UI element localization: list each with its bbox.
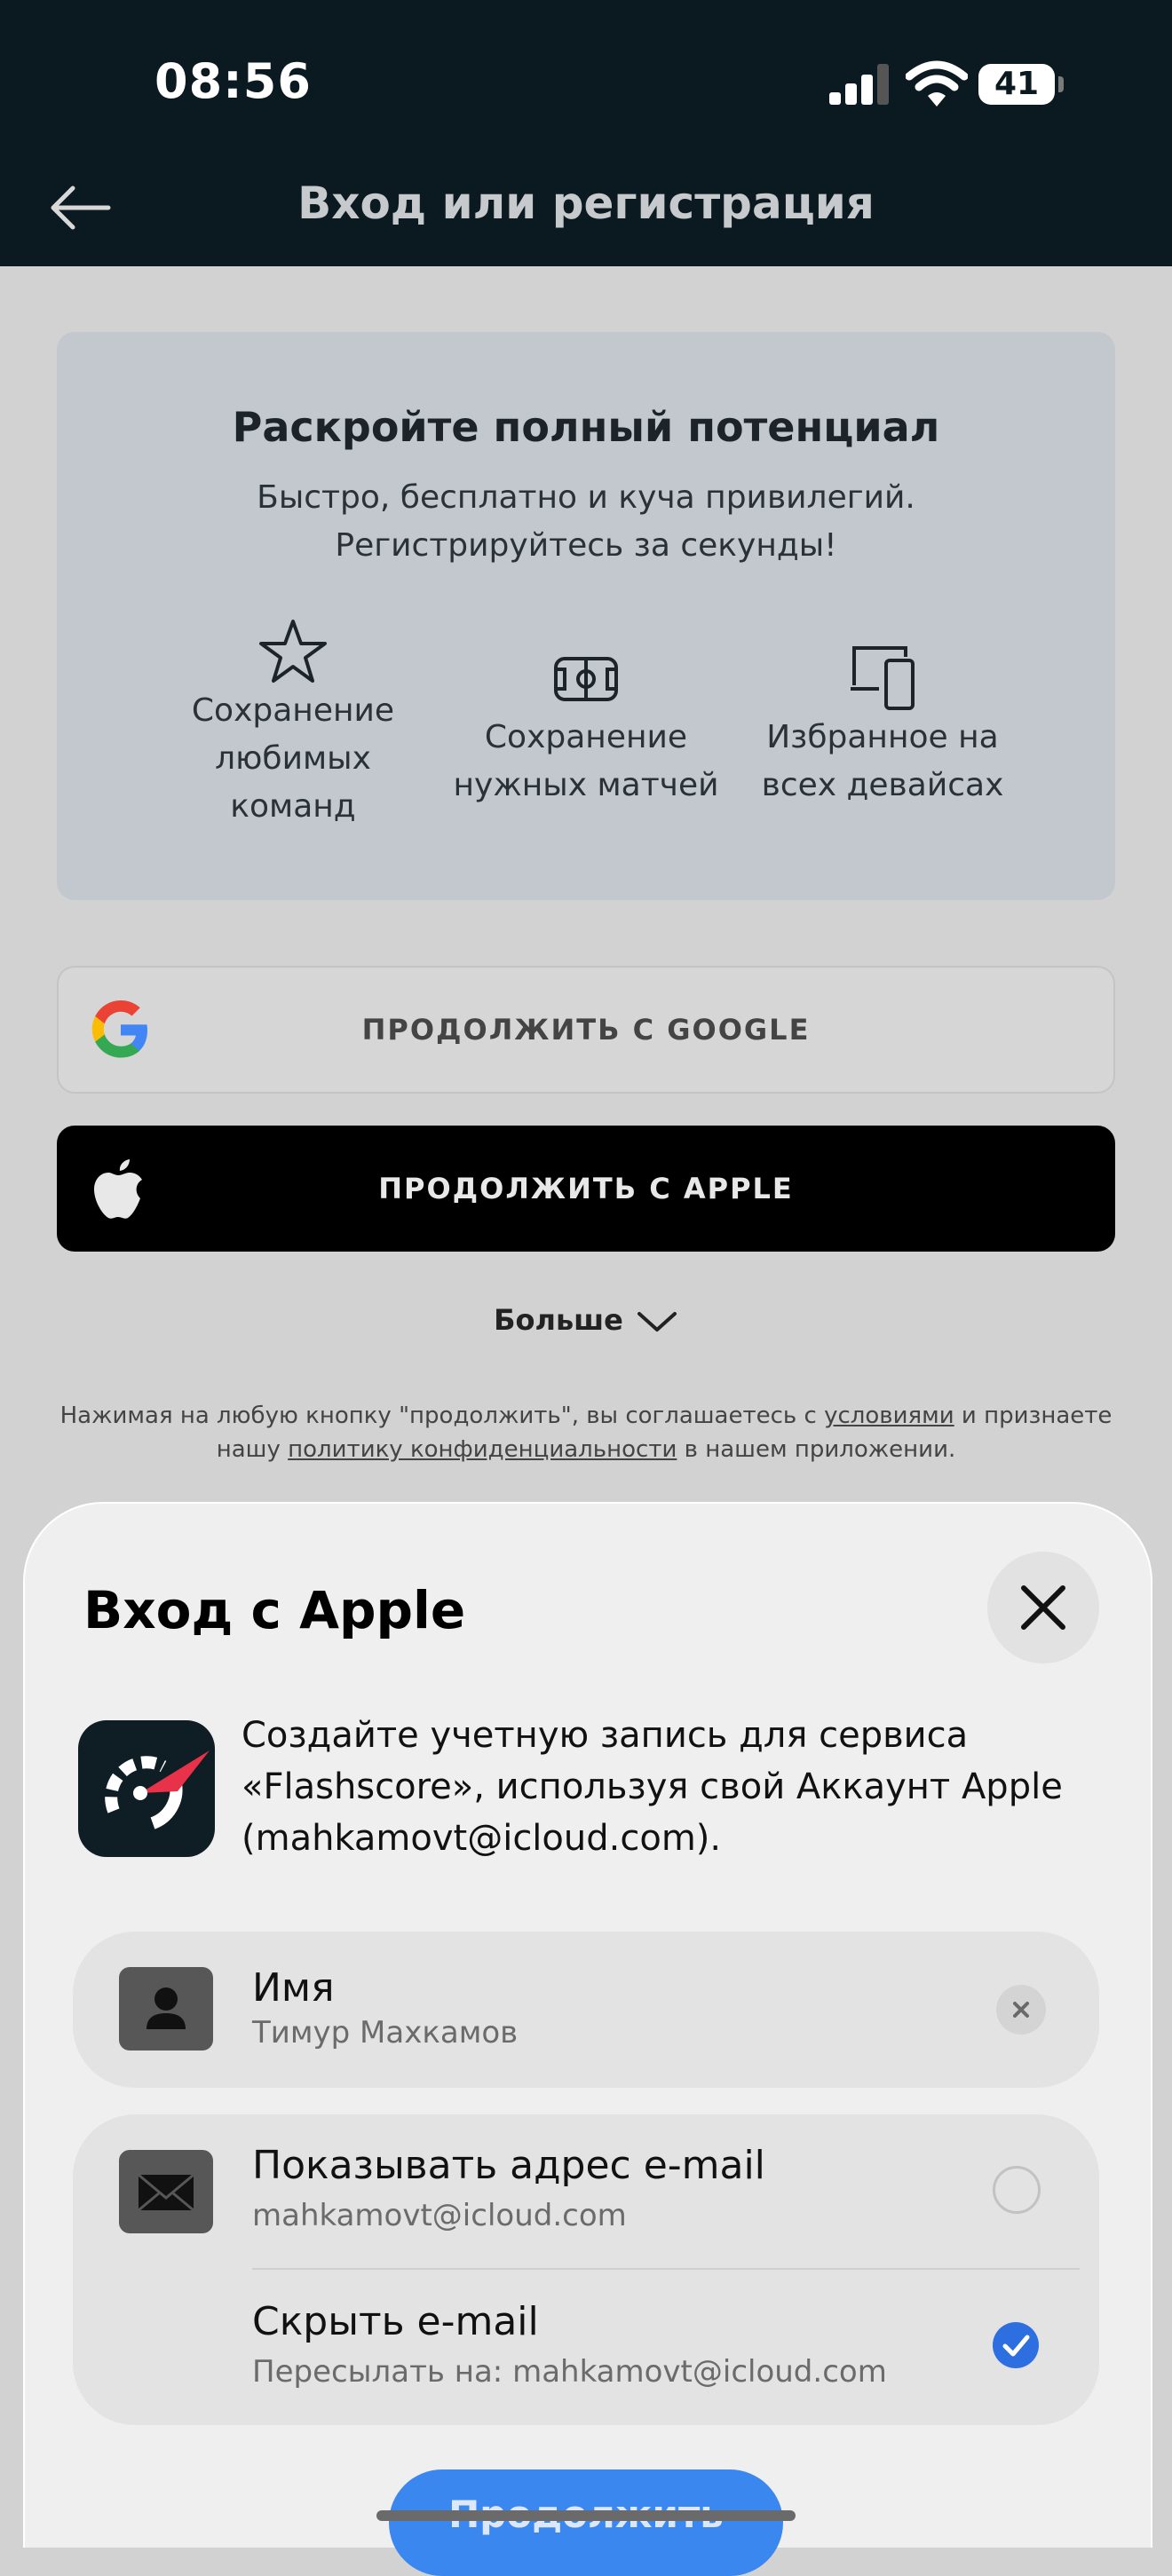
football-pitch-icon (554, 657, 618, 701)
cellular-signal-icon (829, 64, 890, 105)
legal-text: в нашем приложении. (677, 1436, 956, 1463)
battery-tip (1058, 76, 1064, 92)
battery-indicator: 41 (978, 64, 1055, 105)
promo-subtitle: Быстро, бесплатно и куча привилегий. Рег… (257, 479, 915, 564)
feature-favorite-teams: Сохранение любимых команд (178, 616, 408, 831)
promo-title: Раскройте полный потенциал (232, 403, 940, 451)
continue-with-apple-button[interactable]: ПРОДОЛЖИТЬ С APPLE (57, 1126, 1115, 1252)
envelope-icon (119, 2150, 213, 2233)
feature-label: команд (230, 788, 356, 825)
name-value[interactable]: Тимур Махкамов (252, 2015, 518, 2051)
devices-icon (851, 646, 915, 710)
feature-label: Избранное на (766, 719, 999, 755)
hide-email-radio-checked[interactable] (993, 2322, 1039, 2368)
name-label: Имя (252, 1965, 335, 2011)
legal-text: Нажимая на любую кнопку "продолжить", вы… (59, 1403, 825, 1429)
person-icon (119, 1967, 213, 2051)
sheet-title: Вход с Apple (83, 1580, 466, 1640)
share-email-label: Показывать адрес e-mail (252, 2143, 765, 2188)
more-label: Больше (494, 1303, 623, 1337)
apple-button-label: ПРОДОЛЖИТЬ С APPLE (378, 1172, 794, 1205)
hide-email-label: Скрыть e-mail (252, 2299, 539, 2344)
battery-level: 41 (994, 66, 1040, 102)
hide-email-value: Пересылать на: mahkamovt@icloud.com (252, 2354, 887, 2390)
flashscore-app-icon (78, 1720, 215, 1857)
terms-link[interactable]: условиями (824, 1403, 954, 1429)
more-options-toggle[interactable]: Больше (0, 1303, 1172, 1337)
feature-label: Сохранение (484, 719, 688, 755)
feature-matches: Сохранение нужных матчей (447, 643, 725, 810)
promo-card: Раскройте полный потенциал Быстро, беспл… (57, 332, 1115, 900)
name-field-card[interactable] (73, 1932, 1099, 2088)
feature-label: любимых (215, 740, 371, 777)
star-icon (259, 620, 327, 683)
share-email-radio[interactable] (993, 2166, 1041, 2214)
clear-name-button[interactable] (996, 1985, 1046, 2035)
feature-all-devices: Избранное на всех девайсах (749, 637, 1016, 810)
feature-label: Сохранение (191, 692, 395, 729)
feature-label: нужных матчей (453, 767, 719, 803)
feature-label: всех девайсах (761, 767, 1004, 803)
close-button[interactable] (987, 1552, 1099, 1663)
google-button-label: ПРОДОЛЖИТЬ С GOOGLE (361, 1013, 811, 1047)
wifi-icon (906, 60, 968, 107)
flashscore-logo-icon (105, 1750, 210, 1829)
privacy-policy-link[interactable]: политику конфиденциальности (288, 1436, 677, 1463)
page-title: Вход или регистрация (297, 178, 875, 229)
continue-button[interactable]: Продолжить (389, 2469, 783, 2576)
continue-with-google-button[interactable]: ПРОДОЛЖИТЬ С GOOGLE (57, 966, 1115, 1094)
option-divider (252, 2268, 1080, 2270)
share-email-value: mahkamovt@icloud.com (252, 2198, 627, 2233)
status-time: 08:56 (154, 53, 312, 109)
chevron-down-icon (637, 1312, 677, 1331)
home-indicator (376, 2510, 796, 2521)
legal-notice: Нажимая на любую кнопку "продолжить", вы… (53, 1399, 1119, 1466)
sheet-description: Создайте учетную запись для сервиса «Fla… (242, 1715, 1063, 1859)
